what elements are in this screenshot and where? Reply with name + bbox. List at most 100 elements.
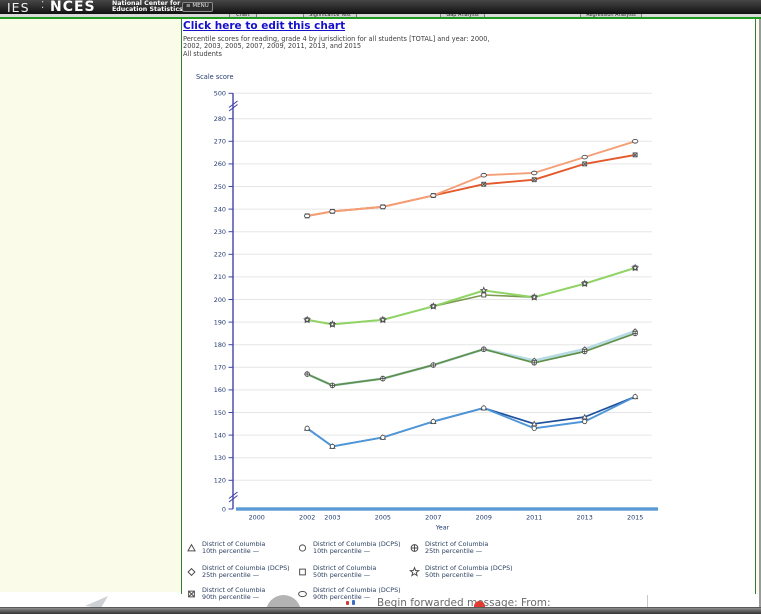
y-tick-label: 500: [214, 90, 226, 98]
org-name-line2: Education Statistics: [112, 6, 183, 14]
y-tick-label: 260: [214, 160, 226, 168]
square-x-icon: [632, 152, 638, 158]
legend-item-square: District of Columbia 50th percentile —: [296, 564, 376, 580]
oval-icon: [304, 213, 311, 219]
scale-score-line-chart: 0 120 130 140 150 160 170 180 190 200 210 220 230 240…: [196, 73, 658, 532]
legend-percentile: 25th percentile —: [425, 547, 483, 556]
legend-percentile: 50th percentile —: [425, 571, 483, 580]
y-tick-label: 200: [214, 296, 226, 304]
x-tick-label: 2011: [526, 514, 542, 522]
y-tick-label: 160: [214, 386, 226, 394]
circle-icon: [430, 418, 436, 425]
legend-percentile: 25th percentile —: [202, 571, 260, 580]
x-axis-bar: [236, 507, 658, 511]
circle-icon: [481, 405, 487, 411]
star-icon: [408, 566, 421, 578]
oval-icon: [480, 172, 487, 178]
circle-icon: [298, 544, 307, 553]
circle-icon: [582, 418, 588, 425]
header-accent-line: [0, 17, 761, 20]
square-x-icon: [481, 181, 487, 187]
square-x-icon: [582, 161, 588, 167]
panel-border-right: [754, 17, 756, 594]
legend-square-icon: [299, 569, 306, 576]
legend-percentile: 10th percentile —: [313, 547, 371, 556]
circle-plus-icon: [410, 544, 419, 553]
circle-plus-icon: [581, 348, 588, 355]
oval-icon: [531, 170, 538, 176]
x-tick-label: 2003: [324, 514, 340, 522]
series-line-dcps-50: [306, 266, 637, 326]
x-tick-label: 2013: [577, 514, 593, 522]
oval-icon: [329, 209, 336, 214]
x-tick-label: 2015: [627, 514, 643, 522]
edit-chart-link[interactable]: Click here to edit this chart: [183, 20, 345, 32]
circle-icon: [329, 443, 335, 450]
y-tick-label: 180: [214, 341, 226, 349]
circle-plus-icon: [329, 382, 336, 389]
circle-icon: [531, 425, 537, 431]
y-tick-label: 120: [214, 477, 226, 485]
x-tick-label: 2002: [299, 514, 315, 522]
y-tick-label: 0: [222, 505, 226, 513]
x-tick-label: 2009: [476, 514, 492, 522]
legend-label: District of Columbia (DCPS) 10th percenti…: [313, 540, 401, 556]
x-tick-label: 2000: [249, 514, 265, 522]
legend-circle-icon: [298, 544, 307, 553]
mail-flag-red-icon: [346, 601, 349, 605]
series-line-dc-25: [306, 332, 636, 387]
ies-logo: IES: [7, 0, 30, 15]
oval-icon: [298, 591, 307, 598]
circle-icon: [380, 434, 386, 440]
circle-plus-icon: [304, 371, 310, 377]
y-tick-label: 140: [214, 431, 226, 439]
y-tick-label: 280: [214, 115, 226, 123]
legend-item-star: District of Columbia (DCPS) 50th percenti…: [408, 564, 513, 580]
x-axis-title: Year: [435, 524, 450, 532]
legend-star-icon: [408, 566, 421, 578]
square-icon: [481, 292, 487, 298]
mail-flag-blue-icon: [352, 600, 355, 605]
legend-diamond-icon: [187, 568, 196, 577]
circle-plus-icon: [430, 362, 437, 368]
y-tick-label: 250: [214, 183, 226, 191]
y-tick-label: 270: [214, 138, 226, 146]
legend-item-circle: District of Columbia (DCPS) 10th percenti…: [296, 540, 401, 556]
oval-icon: [632, 139, 639, 144]
legend-label: District of Columbia 90th percentile —: [202, 586, 265, 602]
oval-icon: [379, 204, 386, 210]
circle-icon: [304, 425, 310, 431]
y-tick-label: 240: [214, 205, 226, 213]
legend-label: District of Columbia (DCPS) 25th percenti…: [202, 564, 290, 580]
legend-percentile: 90th percentile —: [202, 593, 260, 602]
legend-label: District of Columbia 25th percentile —: [425, 540, 488, 556]
circle-plus-icon: [531, 359, 538, 366]
y-tick-label: 210: [214, 273, 226, 281]
legend-item-triangle: District of Columbia 10th percentile —: [185, 540, 265, 556]
chart-subtitle-line3: All students: [183, 50, 222, 59]
circle-plus-icon: [480, 346, 487, 353]
circle-icon: [632, 394, 638, 400]
legend-label: District of Columbia 50th percentile —: [313, 564, 376, 580]
triangle-icon: [187, 544, 196, 552]
legend-triangle-icon: [187, 544, 196, 552]
star-icon: [479, 286, 488, 294]
circle-plus-icon: [380, 375, 386, 382]
series-line-dc-50: [306, 267, 636, 326]
y-tick-label: 230: [214, 228, 226, 236]
series-line-dcps-25: [305, 329, 637, 387]
legend-item-diamond: District of Columbia (DCPS) 25th percenti…: [185, 564, 290, 580]
org-name: National Center for Education Statistics: [112, 0, 183, 14]
screen: Chart Significance Test Gap Analysis Regres…: [0, 0, 761, 614]
nces-logo: NCES: [50, 0, 96, 15]
legend-circle-plus-icon: [410, 544, 419, 553]
y-tick-label: 190: [214, 318, 226, 326]
y-tick-label: 130: [214, 454, 226, 462]
legend-item-circle-plus: District of Columbia 25th percentile —: [408, 540, 488, 556]
legend-oval-icon: [298, 591, 307, 598]
menu-button[interactable]: ≡ MENU: [182, 1, 213, 12]
window-bottom-bar: [0, 606, 761, 614]
legend-label: District of Columbia 10th percentile —: [202, 540, 265, 556]
legend-label: District of Columbia (DCPS) 50th percenti…: [425, 564, 513, 580]
mail-column-divider: [647, 595, 648, 607]
